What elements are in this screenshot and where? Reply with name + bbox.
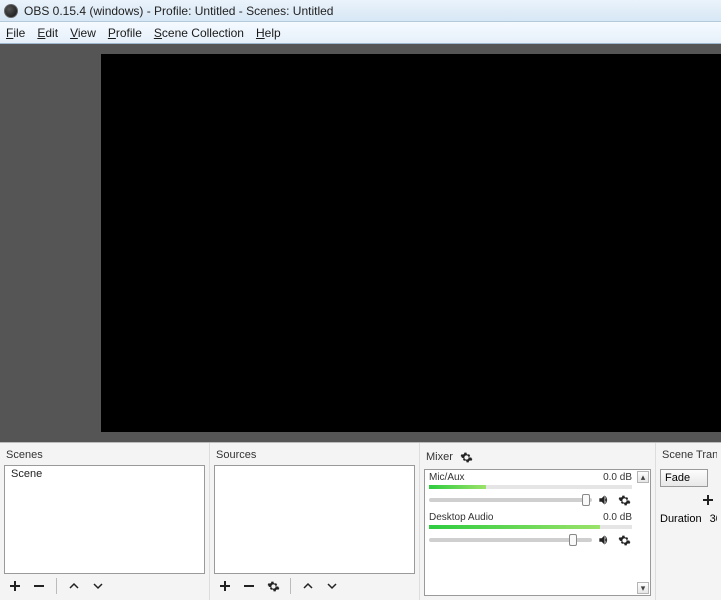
- app-icon: [4, 4, 18, 18]
- mixer-panel: Mixer ▴ ▾ Mic/Aux 0.0 dB: [420, 443, 656, 600]
- mixer-settings-button[interactable]: [459, 449, 475, 465]
- mixer-channel: Desktop Audio 0.0 dB: [429, 512, 646, 548]
- slider-thumb[interactable]: [569, 534, 577, 546]
- channel-meter: [429, 485, 632, 489]
- transitions-title: Scene Transitions: [660, 447, 717, 465]
- sources-panel: Sources: [210, 443, 420, 600]
- slider-thumb[interactable]: [582, 494, 590, 506]
- menu-profile[interactable]: Profile: [108, 26, 142, 40]
- plus-icon: [219, 580, 231, 592]
- menu-help[interactable]: Help: [256, 26, 281, 40]
- move-source-down-button[interactable]: [323, 577, 341, 595]
- scenes-title: Scenes: [4, 447, 205, 465]
- gear-icon: [618, 534, 631, 547]
- chevron-down-icon: [326, 580, 338, 592]
- gear-icon: [618, 494, 631, 507]
- duration-label: Duration: [660, 513, 702, 525]
- transitions-panel: Scene Transitions Fade Duration 300: [656, 443, 721, 600]
- mute-button[interactable]: [596, 492, 612, 508]
- channel-meter: [429, 525, 632, 529]
- move-scene-up-button[interactable]: [65, 577, 83, 595]
- minus-icon: [243, 580, 255, 592]
- move-source-up-button[interactable]: [299, 577, 317, 595]
- sources-title: Sources: [214, 447, 415, 465]
- bottom-panels: Scenes Scene Sources: [0, 442, 721, 600]
- scenes-toolbar: [4, 574, 205, 596]
- chevron-down-icon: [92, 580, 104, 592]
- add-transition-button[interactable]: [699, 491, 717, 509]
- minus-icon: [33, 580, 45, 592]
- speaker-icon: [597, 533, 611, 547]
- preview-canvas[interactable]: [101, 54, 721, 432]
- transition-select[interactable]: Fade: [660, 469, 708, 487]
- divider: [56, 578, 57, 594]
- channel-name: Mic/Aux: [429, 472, 465, 483]
- mixer-channel: Mic/Aux 0.0 dB: [429, 472, 646, 508]
- speaker-icon: [597, 493, 611, 507]
- plus-icon: [702, 494, 714, 506]
- scene-item[interactable]: Scene: [5, 466, 204, 482]
- channel-db: 0.0 dB: [603, 472, 632, 483]
- chevron-up-icon: [68, 580, 80, 592]
- add-source-button[interactable]: [216, 577, 234, 595]
- menu-edit[interactable]: Edit: [37, 26, 58, 40]
- mixer-title-row: Mixer: [424, 447, 651, 469]
- scenes-panel: Scenes Scene: [0, 443, 210, 600]
- scenes-list[interactable]: Scene: [4, 465, 205, 574]
- preview-area: [0, 44, 721, 442]
- divider: [290, 578, 291, 594]
- channel-name: Desktop Audio: [429, 512, 494, 523]
- volume-slider[interactable]: [429, 498, 592, 502]
- mixer-box: ▴ ▾ Mic/Aux 0.0 dB: [424, 469, 651, 596]
- sources-list[interactable]: [214, 465, 415, 574]
- remove-source-button[interactable]: [240, 577, 258, 595]
- mute-button[interactable]: [596, 532, 612, 548]
- plus-icon: [9, 580, 21, 592]
- duration-value[interactable]: 300: [710, 513, 717, 525]
- chevron-up-icon: [302, 580, 314, 592]
- channel-meter-fill: [429, 485, 486, 489]
- channel-meter-fill: [429, 525, 600, 529]
- volume-slider[interactable]: [429, 538, 592, 542]
- move-scene-down-button[interactable]: [89, 577, 107, 595]
- add-scene-button[interactable]: [6, 577, 24, 595]
- channel-db: 0.0 dB: [603, 512, 632, 523]
- sources-toolbar: [214, 574, 415, 596]
- menu-scene-collection[interactable]: SScene Collectioncene Collection: [154, 26, 244, 40]
- mixer-scroll-up[interactable]: ▴: [637, 471, 649, 483]
- transition-selected: Fade: [665, 472, 690, 484]
- gear-icon: [460, 451, 473, 464]
- menubar: File Edit View Profile SScene Collection…: [0, 22, 721, 44]
- source-properties-button[interactable]: [264, 577, 282, 595]
- channel-settings-button[interactable]: [616, 532, 632, 548]
- remove-scene-button[interactable]: [30, 577, 48, 595]
- channel-settings-button[interactable]: [616, 492, 632, 508]
- titlebar: OBS 0.15.4 (windows) - Profile: Untitled…: [0, 0, 721, 22]
- menu-file[interactable]: File: [6, 26, 25, 40]
- mixer-title: Mixer: [426, 451, 453, 463]
- window-title: OBS 0.15.4 (windows) - Profile: Untitled…: [24, 4, 333, 18]
- gear-icon: [267, 580, 280, 593]
- menu-view[interactable]: View: [70, 26, 96, 40]
- mixer-scroll-down[interactable]: ▾: [637, 582, 649, 594]
